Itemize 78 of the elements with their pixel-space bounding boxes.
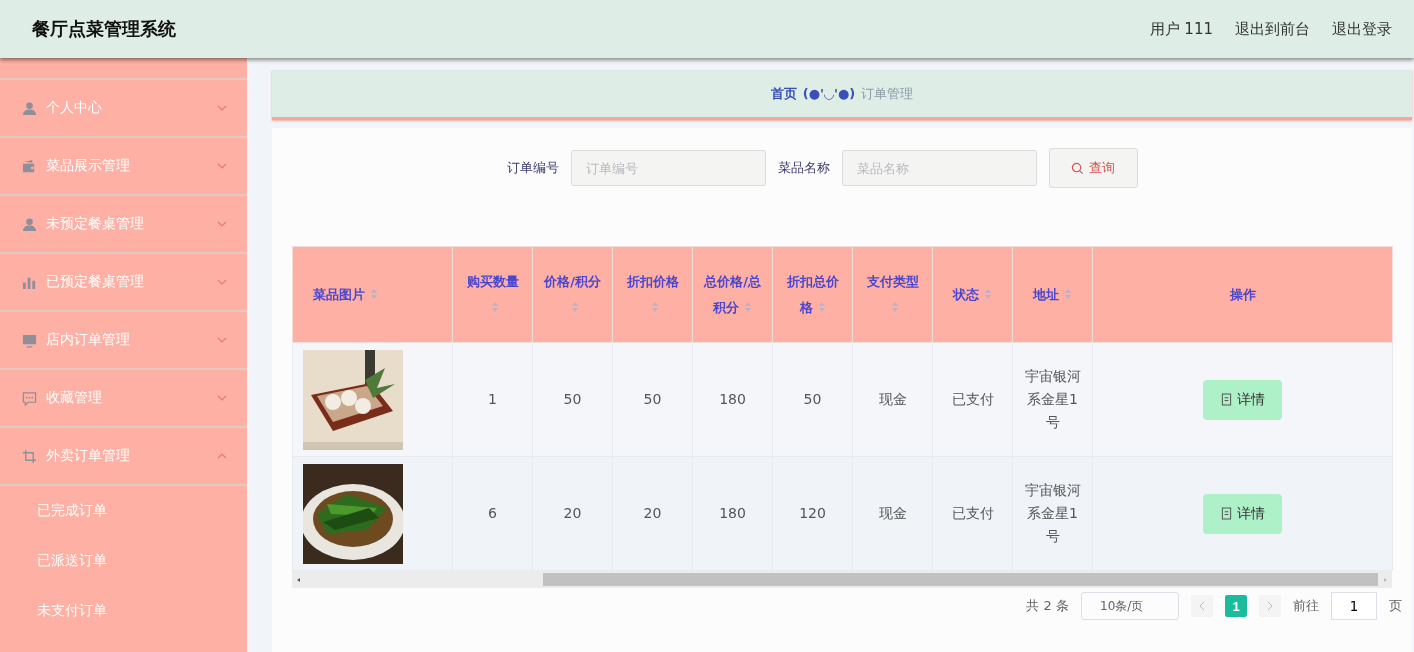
table-cell: 宇宙银河系金星1号 xyxy=(1012,342,1093,457)
field-label: 菜品名称 xyxy=(777,159,830,177)
table-cell: 已支付 xyxy=(932,456,1013,571)
details-button[interactable]: 详情 xyxy=(1203,379,1282,420)
table-cell: 1 xyxy=(452,342,533,457)
header-link[interactable]: 退出登录 xyxy=(1332,19,1392,39)
sort-icon[interactable] xyxy=(1064,287,1072,300)
table-cell: 现金 xyxy=(852,456,933,571)
column-header[interactable]: 状态 xyxy=(932,246,1013,343)
chevron-icon xyxy=(217,395,227,401)
column-header[interactable]: 购买数量 xyxy=(452,246,533,343)
sort-icon[interactable] xyxy=(984,287,992,300)
table-cell: 120 xyxy=(772,456,853,571)
search-icon xyxy=(1071,161,1084,175)
chevron-icon xyxy=(217,221,227,227)
goto-label: 前往 xyxy=(1293,597,1319,615)
table-cell: 50 xyxy=(612,342,693,457)
scroll-left-icon[interactable] xyxy=(296,576,302,583)
field-label: 订单编号 xyxy=(506,159,559,177)
search-field[interactable]: 菜品名称 xyxy=(841,150,1037,186)
chevron-icon xyxy=(217,279,227,285)
chevron-icon xyxy=(217,337,227,343)
scroll-right-icon[interactable] xyxy=(1382,576,1388,583)
page-number[interactable]: 1 xyxy=(1225,595,1247,617)
sort-icon[interactable] xyxy=(744,300,752,313)
person-icon xyxy=(22,100,37,116)
monitor-icon xyxy=(22,332,37,348)
table-cell: 宇宙银河系金星1号 xyxy=(1012,456,1093,571)
sort-icon[interactable] xyxy=(571,300,579,313)
person-icon xyxy=(22,216,37,232)
table-cell: 180 xyxy=(692,342,773,457)
document-icon xyxy=(1220,393,1232,406)
table-cell: 20 xyxy=(612,456,693,571)
column-header[interactable]: 支付类型 xyxy=(852,246,933,343)
column-header: 操作 xyxy=(1092,246,1393,343)
app-title: 餐厅点菜管理系统 xyxy=(32,17,176,41)
column-header[interactable]: 总价格/总积分 xyxy=(692,246,773,343)
sort-icon[interactable] xyxy=(817,300,826,313)
header-link[interactable]: 退出到前台 xyxy=(1235,19,1310,39)
table-cell: 50 xyxy=(772,342,853,457)
page-suffix: 页 xyxy=(1389,597,1402,615)
chevron-icon xyxy=(217,163,227,169)
horizontal-scrollbar[interactable] xyxy=(292,571,1392,588)
page-input[interactable]: 1 xyxy=(1331,592,1377,620)
chevron-icon xyxy=(217,105,227,111)
breadcrumb-separator: (●'◡'●) xyxy=(802,86,856,101)
crop-icon xyxy=(22,448,37,464)
chevron-right-icon xyxy=(1267,601,1273,611)
wallet-icon xyxy=(22,158,37,174)
document-icon xyxy=(1220,507,1232,520)
page-size-select[interactable]: 10条/页 xyxy=(1081,592,1179,620)
table-cell: 50 xyxy=(532,342,613,457)
search-field[interactable]: 订单编号 xyxy=(570,150,766,186)
table-cell: 20 xyxy=(532,456,613,571)
column-header[interactable]: 折扣价格 xyxy=(612,246,693,343)
total-count: 共 2 条 xyxy=(1026,597,1069,615)
sort-icon[interactable] xyxy=(891,300,899,313)
details-button[interactable]: 详情 xyxy=(1203,493,1282,534)
breadcrumb-current: 订单管理 xyxy=(861,84,914,103)
previous-page-button[interactable] xyxy=(1191,595,1213,617)
table-cell: 已支付 xyxy=(932,342,1013,457)
table-cell: 180 xyxy=(692,456,773,571)
column-header[interactable]: 地址 xyxy=(1012,246,1093,343)
home-link[interactable]: 首页 xyxy=(770,84,797,103)
search-button[interactable]: 查询 xyxy=(1048,148,1138,188)
column-header[interactable]: 价格/积分 xyxy=(532,246,613,343)
sort-icon[interactable] xyxy=(491,300,499,313)
table-cell: 6 xyxy=(452,456,533,571)
chevron-icon xyxy=(217,453,227,459)
table-cell: 现金 xyxy=(852,342,933,457)
chat-icon xyxy=(22,390,37,406)
header-link[interactable]: 用户 111 xyxy=(1149,19,1213,39)
chevron-left-icon xyxy=(1199,601,1205,611)
column-header[interactable]: 菜品图片 xyxy=(292,246,453,343)
sort-icon[interactable] xyxy=(651,300,659,313)
next-page-button[interactable] xyxy=(1259,595,1281,617)
sort-icon[interactable] xyxy=(370,287,378,300)
column-header[interactable]: 折扣总价格 xyxy=(772,246,853,343)
